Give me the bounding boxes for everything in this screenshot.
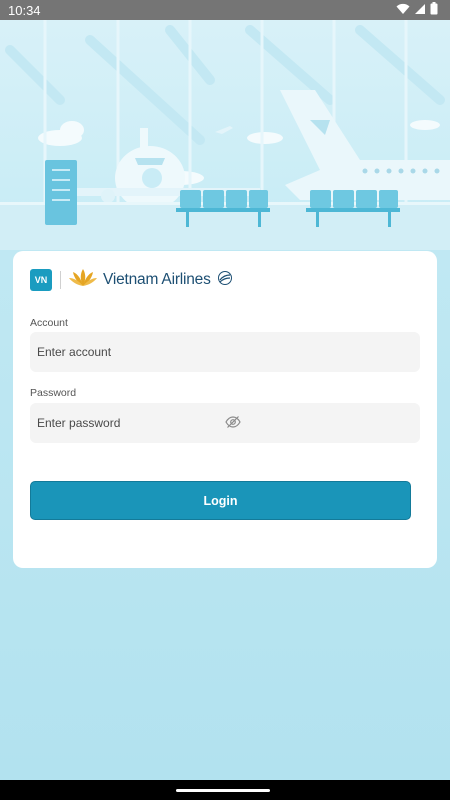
battery-icon <box>430 2 438 18</box>
brand-divider <box>60 271 61 289</box>
brand-header: VN Vietnam Airlines <box>30 267 233 293</box>
account-label: Account <box>30 317 68 329</box>
home-gesture-handle[interactable] <box>176 789 270 792</box>
lotus-logo-icon <box>69 268 97 293</box>
account-placeholder: Enter account <box>37 345 112 359</box>
app-logo: VN <box>30 269 52 291</box>
navigation-bar <box>0 780 450 800</box>
wifi-icon <box>396 3 410 18</box>
password-placeholder: Enter password <box>37 416 121 430</box>
signal-icon <box>414 3 426 18</box>
airport-illustration <box>0 20 450 270</box>
status-time: 10:34 <box>8 2 41 18</box>
skyteam-icon <box>217 270 233 291</box>
password-field[interactable]: Enter password <box>30 403 420 443</box>
password-label: Password <box>30 387 77 399</box>
status-bar: 10:34 <box>0 0 450 20</box>
login-button[interactable]: Login <box>30 481 411 520</box>
airline-name: Vietnam Airlines <box>103 271 211 288</box>
eye-off-icon[interactable] <box>225 414 413 433</box>
account-field[interactable]: Enter account <box>30 332 420 372</box>
status-icons <box>396 2 438 18</box>
login-card: VN Vietnam Airlines Account Enter accoun… <box>13 251 437 568</box>
